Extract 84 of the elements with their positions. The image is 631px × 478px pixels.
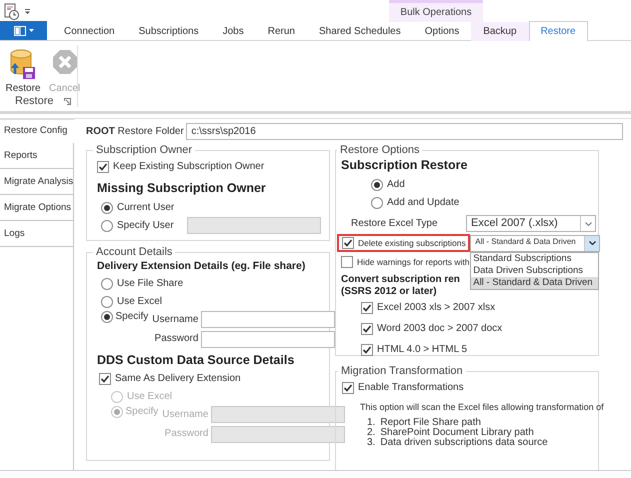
- radio-label: Specify User: [117, 220, 174, 232]
- radio-button[interactable]: [101, 220, 113, 232]
- restore-button[interactable]: Restore: [2, 48, 44, 94]
- field-label: Username: [162, 408, 208, 421]
- ribbon-tab[interactable]: Rerun: [256, 22, 307, 41]
- field-label: ROOT Restore Folder: [86, 126, 184, 138]
- radio-label: Use Excel: [127, 391, 172, 404]
- checkbox[interactable]: [342, 382, 354, 394]
- checkbox[interactable]: [341, 256, 353, 268]
- checkbox[interactable]: [361, 344, 373, 356]
- section-heading: (SSRS 2012 or later): [341, 286, 437, 298]
- checkbox-label: HTML 4.0 > HTML 5: [377, 344, 468, 356]
- description-text: This option will scan the Excel files allowing transformation of: [359, 402, 604, 413]
- radio-label: Use Excel: [117, 296, 162, 308]
- group-title: Restore Options: [339, 145, 420, 156]
- list-item: SharePoint Document Library path: [380, 428, 534, 438]
- field-label: Password: [164, 428, 208, 440]
- radio-label: Current User: [117, 202, 174, 214]
- checkbox[interactable]: [361, 302, 373, 314]
- excel-type-dropdown[interactable]: Excel 2007 (.xlsx): [466, 215, 596, 232]
- group-title: Account Details: [95, 247, 174, 258]
- section-heading: Convert subscription ren: [341, 274, 460, 286]
- checkbox[interactable]: [361, 323, 373, 335]
- radio-label: Specify: [116, 311, 148, 324]
- radio-button[interactable]: [101, 278, 113, 290]
- field-label: Restore Excel Type: [350, 218, 438, 230]
- app-icon: [2, 2, 18, 20]
- radio-button[interactable]: [101, 311, 113, 324]
- dropdown-option[interactable]: Standard Subscriptions: [471, 252, 598, 264]
- contextual-group-header: Bulk Operations: [389, 0, 483, 22]
- list-number: 1.: [367, 418, 376, 428]
- list-item: Report File Share path: [380, 418, 481, 428]
- checkbox-label: Keep Existing Subscription Owner: [113, 161, 264, 173]
- ribbon-tab[interactable]: Jobs: [210, 22, 256, 41]
- text-field[interactable]: [200, 330, 335, 348]
- radio-button[interactable]: [371, 196, 383, 208]
- section-heading: Missing Subscription Owner: [97, 181, 266, 196]
- checkbox-label: Excel 2003 xls > 2007 xlsx: [377, 302, 496, 314]
- radio-label: Add and Update: [387, 196, 460, 208]
- side-tab[interactable]: Restore Config: [0, 119, 75, 143]
- radio-button[interactable]: [101, 202, 113, 214]
- field-label: Password: [154, 333, 198, 346]
- section-heading: DDS Custom Data Source Details: [97, 352, 294, 368]
- text-field[interactable]: [200, 311, 335, 328]
- ribbon-tab[interactable]: Shared Schedules: [307, 22, 413, 41]
- dropdown-option[interactable]: Data Driven Subscriptions: [471, 264, 598, 276]
- dropdown-icon[interactable]: [24, 8, 30, 14]
- caret-icon: [28, 29, 34, 32]
- file-menu-button[interactable]: [0, 21, 47, 40]
- checkbox[interactable]: [99, 373, 111, 386]
- scope-dropdown[interactable]: All - Standard & Data Driven: [470, 234, 600, 252]
- radio-label: Add: [387, 178, 405, 190]
- ribbon-tab[interactable]: Options: [412, 22, 472, 41]
- list-number: 3.: [367, 438, 376, 448]
- chevron-down-icon: [588, 241, 596, 245]
- radio-button[interactable]: [101, 296, 113, 308]
- ribbon-tab[interactable]: Subscriptions: [126, 22, 211, 41]
- field-label: Username: [152, 314, 198, 326]
- group-title: Subscription Owner: [95, 145, 193, 156]
- checkbox-label: Word 2003 doc > 2007 docx: [377, 323, 502, 335]
- dialog-launcher-icon[interactable]: [64, 98, 71, 105]
- radio-button[interactable]: [371, 178, 383, 190]
- ribbon-tab[interactable]: Connection: [52, 22, 127, 41]
- list-number: 2.: [367, 428, 376, 438]
- group-label: Restore: [15, 94, 54, 108]
- checkbox-label: Enable Transformations: [358, 382, 464, 394]
- list-item: Data driven subscriptions data source: [380, 438, 548, 448]
- section-heading: Delivery Extension Details (eg. File share): [97, 260, 306, 273]
- dropdown-option[interactable]: All - Standard & Data Driven: [471, 276, 598, 288]
- chevron-down-icon: [584, 222, 592, 226]
- checkbox-label: Hide warnings for reports with: [357, 256, 470, 268]
- folder-field[interactable]: c:\ssrs\sp2016: [186, 123, 623, 140]
- side-tab[interactable]: Logs: [0, 220, 74, 247]
- radio-label: Use File Share: [117, 278, 184, 290]
- checkbox[interactable]: [97, 161, 109, 173]
- database-icon: [9, 48, 37, 80]
- group-title: Migration Transformation: [340, 366, 464, 377]
- checkbox-label: Delete existing subscriptions: [358, 238, 466, 248]
- ribbon-tab[interactable]: Restore: [528, 21, 588, 41]
- ribbon-tab[interactable]: Backup: [471, 22, 529, 41]
- checkbox-label: Same As Delivery Extension: [115, 373, 241, 386]
- section-heading: Subscription Restore: [341, 158, 468, 173]
- checkbox[interactable]: [342, 237, 354, 249]
- radio-label: Specify: [126, 406, 158, 418]
